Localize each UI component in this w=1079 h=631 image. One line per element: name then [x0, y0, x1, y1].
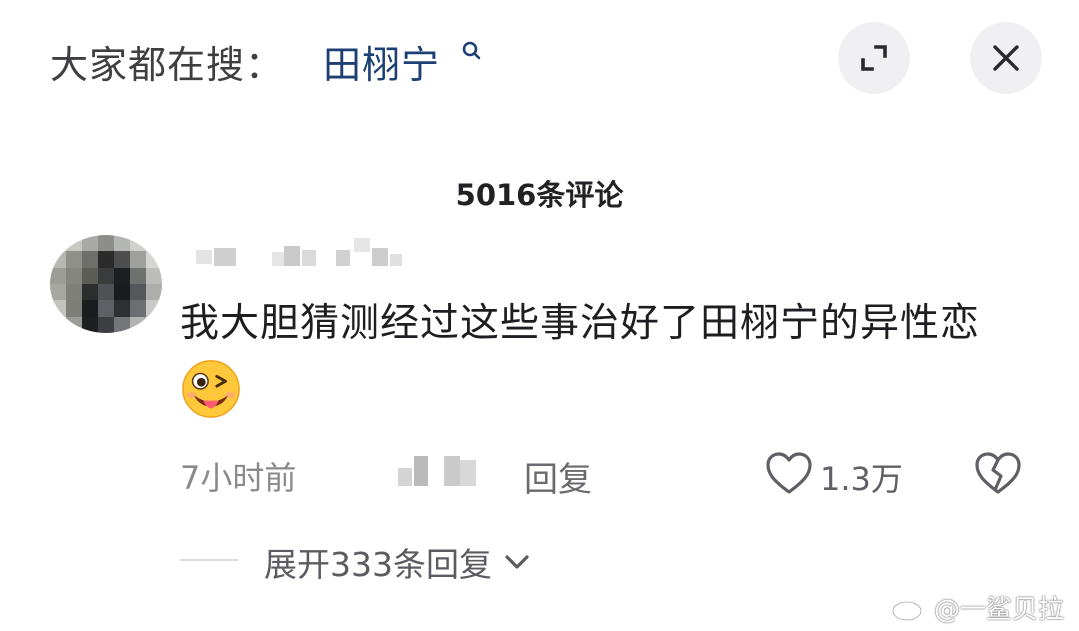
expand-replies-label: 展开333条回复 [264, 545, 492, 584]
reply-button[interactable]: 回复 [524, 452, 592, 501]
expand-icon [861, 45, 887, 71]
username-redacted[interactable] [196, 238, 406, 268]
comment-panel: 大家都在搜： 田栩宁 5016条评论 我大胆猜测经过这些事治好了田栩宁的异性恋 … [0, 0, 1079, 631]
like-count: 1.3万 [820, 460, 903, 498]
comment-count-title: 5016条评论 [455, 178, 624, 212]
search-icon[interactable] [458, 38, 486, 66]
weibo-icon [891, 597, 927, 621]
expand-button[interactable] [838, 22, 910, 94]
comment-time: 7小时前 [180, 459, 297, 497]
comment-body: 我大胆猜测经过这些事治好了田栩宁的异性恋 [180, 301, 981, 346]
avatar[interactable] [50, 235, 162, 333]
watermark: @一鲨贝拉 [890, 589, 1064, 626]
heart-icon[interactable] [764, 450, 814, 498]
broken-heart-icon[interactable] [973, 450, 1023, 498]
close-icon [993, 45, 1019, 71]
trending-search-label: 大家都在搜： [50, 43, 285, 87]
expand-replies-button[interactable]: 展开333条回复 [264, 538, 532, 586]
comment-text: 我大胆猜测经过这些事治好了田栩宁的异性恋 [180, 290, 1000, 428]
location-redacted [398, 456, 480, 488]
trending-search-term[interactable]: 田栩宁 [323, 34, 440, 89]
watermark-text: @一鲨贝拉 [934, 595, 1065, 625]
replies-divider [180, 559, 238, 561]
chevron-down-icon [505, 555, 529, 569]
wink-tongue-emoji [182, 360, 240, 418]
close-button[interactable] [970, 22, 1042, 94]
